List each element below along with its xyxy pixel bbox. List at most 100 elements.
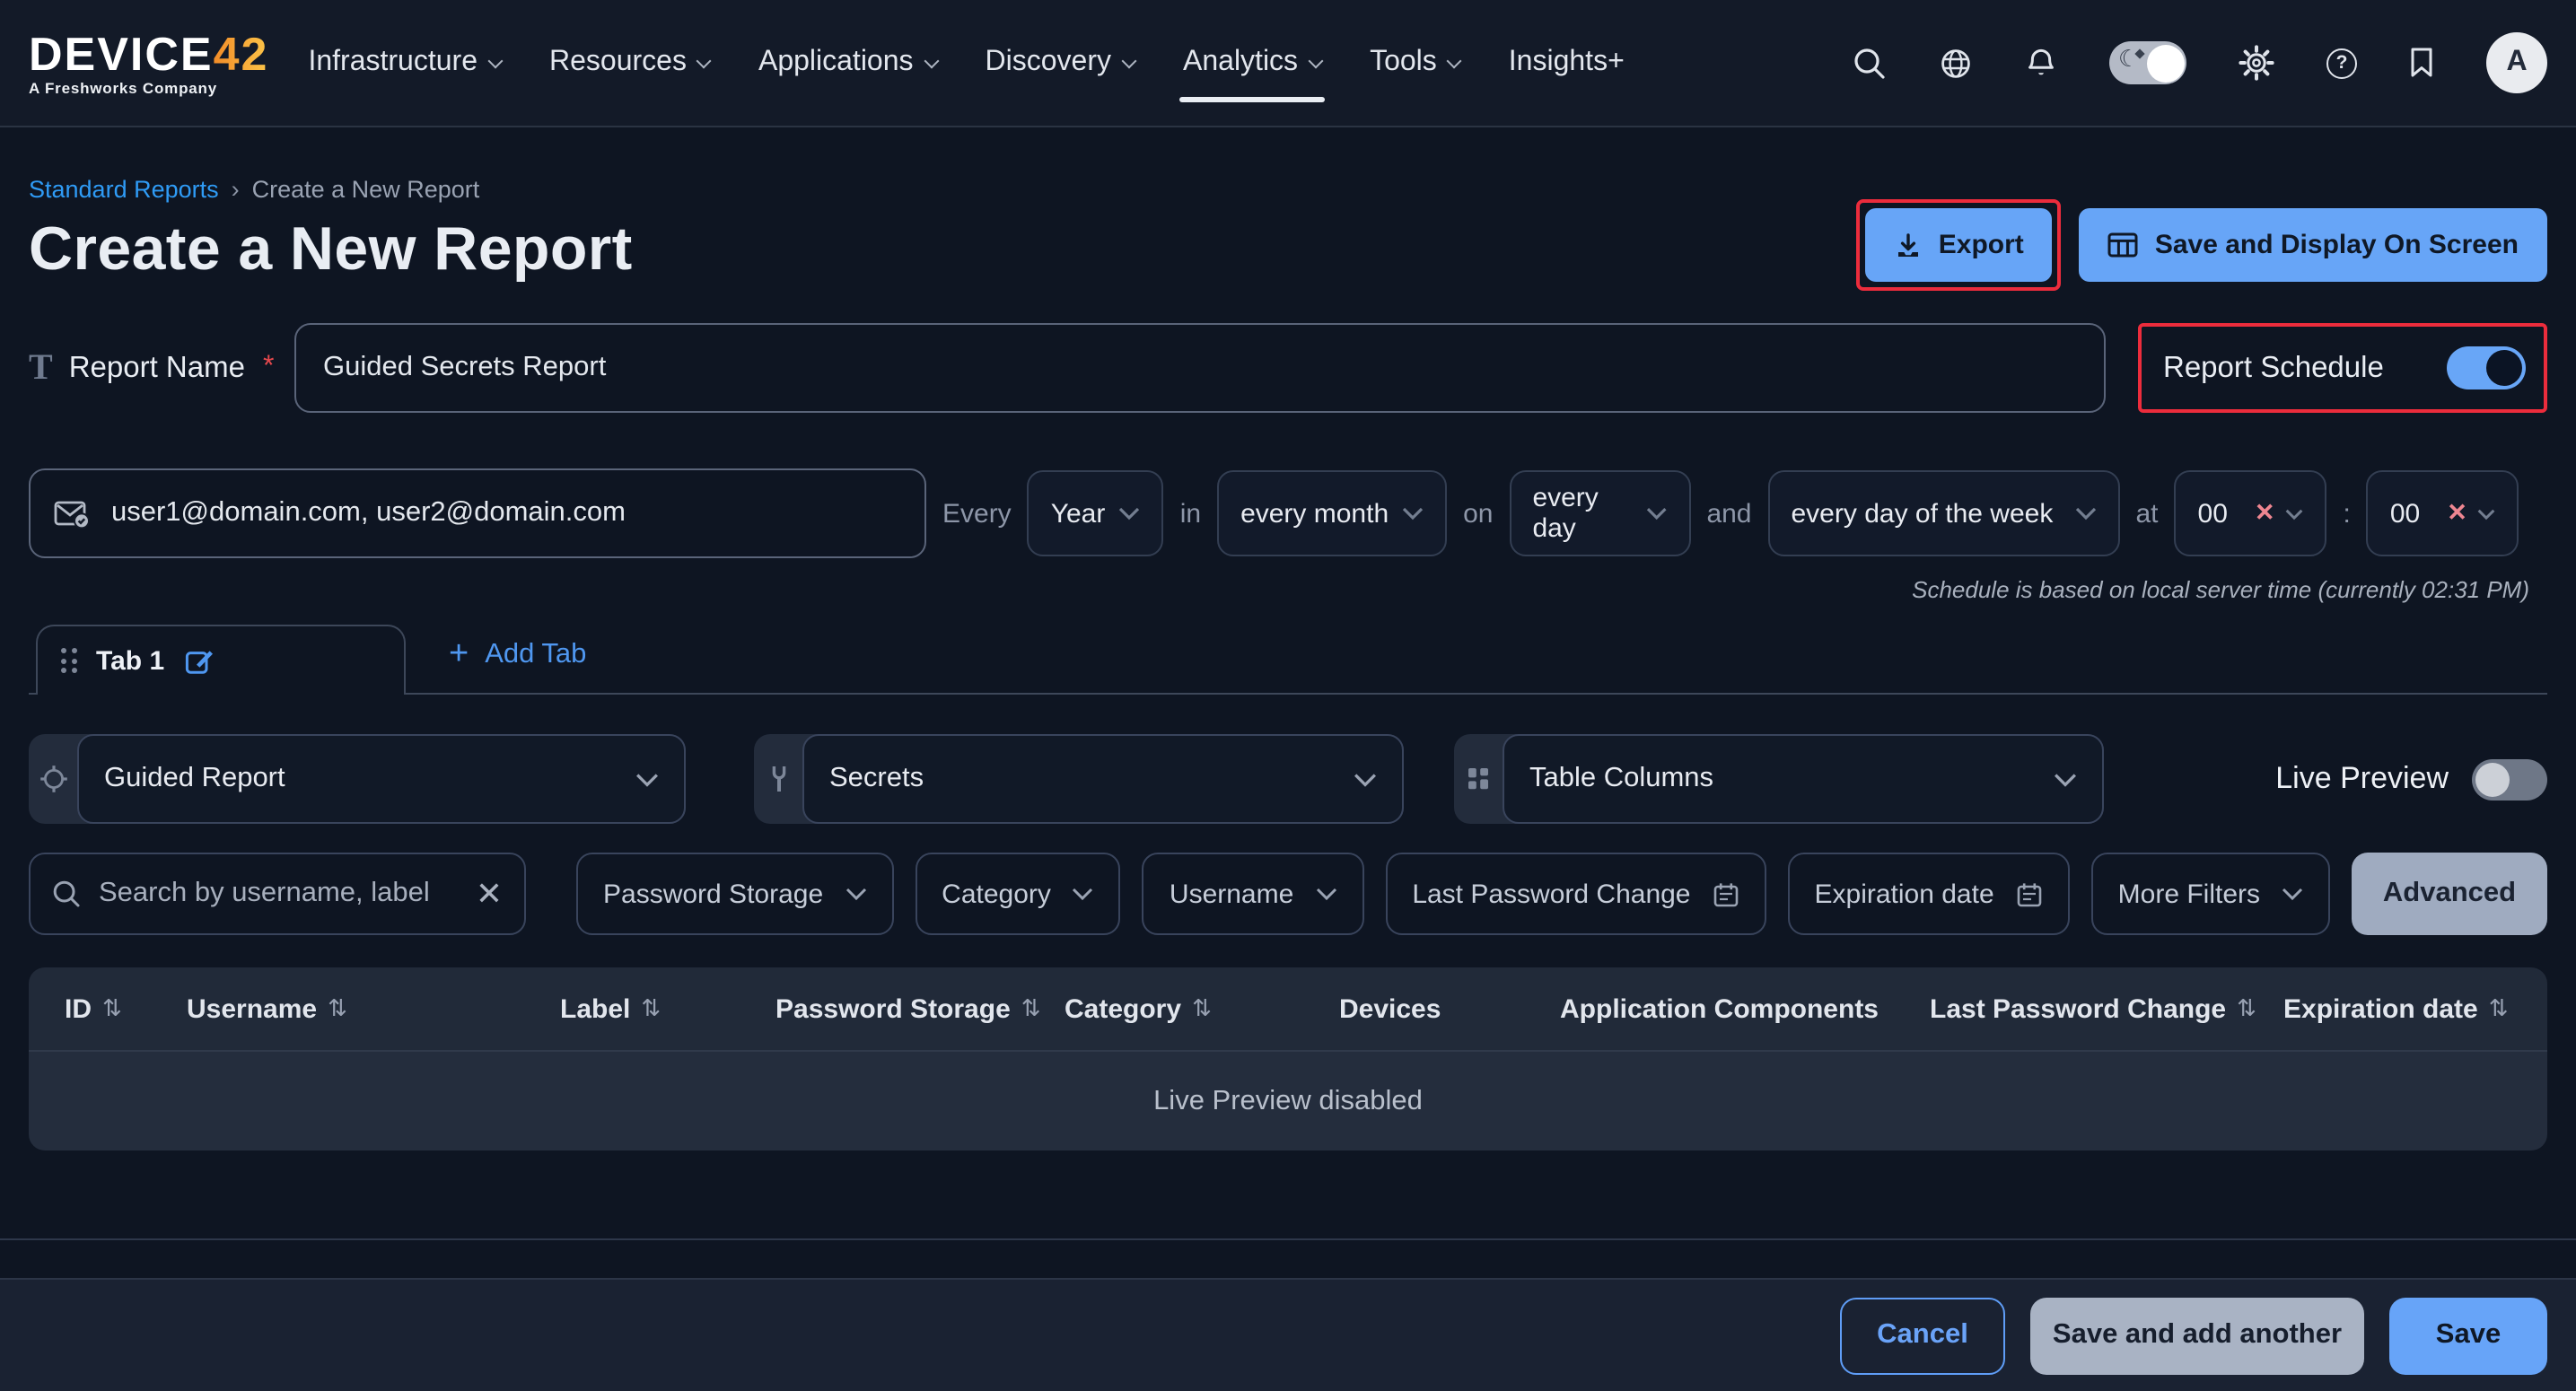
- search-box: ✕: [29, 853, 526, 935]
- table-empty-state: Live Preview disabled: [29, 1052, 2547, 1150]
- day-select[interactable]: every day: [1509, 470, 1690, 556]
- time-colon: :: [2344, 498, 2351, 529]
- chevron-down-icon: [488, 53, 504, 68]
- tab-1[interactable]: Tab 1: [36, 625, 406, 695]
- chevron-down-icon: [1309, 53, 1324, 68]
- report-subject-select[interactable]: Secrets: [802, 734, 1404, 824]
- report-name-input[interactable]: [323, 352, 2077, 384]
- main-content: Standard Reports › Create a New Report C…: [0, 127, 2576, 1150]
- add-tab-button[interactable]: + Add Tab: [449, 637, 586, 671]
- nav-item-infrastructure[interactable]: Infrastructure: [308, 0, 501, 126]
- live-preview-group: Live Preview: [2275, 758, 2547, 800]
- column-header-id: ID⇅: [65, 993, 187, 1024]
- period-select[interactable]: Year: [1028, 470, 1164, 556]
- save-and-add-another-button[interactable]: Save and add another: [2030, 1297, 2364, 1374]
- nav-item-tools[interactable]: Tools: [1370, 0, 1460, 126]
- month-select[interactable]: every month: [1217, 470, 1447, 556]
- tab-baseline: [29, 693, 2547, 695]
- recipients-input[interactable]: [111, 497, 901, 529]
- live-preview-toggle[interactable]: [2472, 758, 2547, 800]
- tab-bar: Tab 1 + Add Tab: [29, 625, 2547, 695]
- sort-icon[interactable]: ⇅: [641, 994, 661, 1023]
- chevron-down-icon: [924, 53, 939, 68]
- calendar-icon: [2016, 880, 2043, 907]
- table-header-row: ID⇅ Username⇅ Label⇅ Password Storage⇅ C…: [29, 967, 2547, 1052]
- save-and-display-button[interactable]: Save and Display On Screen: [2080, 208, 2547, 282]
- nav-item-discovery[interactable]: Discovery: [986, 0, 1135, 126]
- sort-icon[interactable]: ⇅: [102, 994, 122, 1023]
- clear-hour-icon[interactable]: ✕: [2255, 499, 2275, 528]
- breadcrumb-standard-reports[interactable]: Standard Reports: [29, 176, 219, 203]
- nav-item-resources[interactable]: Resources: [549, 0, 710, 126]
- and-word: and: [1706, 498, 1751, 529]
- bookmark-icon[interactable]: [2409, 47, 2434, 79]
- download-icon: [1894, 231, 1923, 259]
- table-grid-icon: [2108, 232, 2139, 258]
- clear-minute-icon[interactable]: ✕: [2447, 499, 2467, 528]
- toggle-knob: [2475, 762, 2510, 796]
- notifications-bell-icon[interactable]: [2025, 46, 2057, 80]
- nav-item-analytics[interactable]: Analytics: [1183, 0, 1321, 126]
- schedule-row: Every Year in every month on every day a…: [29, 468, 2547, 558]
- nav-item-applications[interactable]: Applications: [758, 0, 937, 126]
- report-name-label-group: T Report Name *: [29, 347, 294, 389]
- filter-more-filters[interactable]: More Filters: [2091, 853, 2330, 935]
- chevron-down-icon: [697, 53, 712, 68]
- sort-icon[interactable]: ⇅: [1021, 994, 1041, 1023]
- breadcrumb-separator: ›: [232, 176, 240, 203]
- required-asterisk: *: [263, 352, 274, 384]
- device42-logo[interactable]: DEVICE42 A Freshworks Company: [29, 31, 268, 96]
- drag-handle-icon[interactable]: [61, 648, 76, 673]
- dark-mode-toggle[interactable]: ☾: [2109, 41, 2186, 84]
- logo-tagline: A Freshworks Company: [29, 81, 268, 96]
- recipients-input-wrap: [29, 468, 926, 558]
- filter-password-storage[interactable]: Password Storage: [576, 853, 893, 935]
- hour-select[interactable]: 00 ✕: [2175, 470, 2327, 556]
- filter-expiration-date[interactable]: Expiration date: [1788, 853, 2070, 935]
- advanced-button[interactable]: Advanced: [2352, 853, 2547, 935]
- calendar-icon: [1713, 880, 1739, 907]
- clear-search-icon[interactable]: ✕: [476, 878, 503, 910]
- report-subject-combo: Secrets: [754, 734, 1404, 824]
- empty-message: Live Preview disabled: [1153, 1085, 1423, 1117]
- results-table: ID⇅ Username⇅ Label⇅ Password Storage⇅ C…: [29, 967, 2547, 1150]
- report-type-combo: Guided Report: [29, 734, 686, 824]
- plus-icon: +: [449, 637, 469, 671]
- column-header-application-components: Application Components: [1560, 993, 1930, 1024]
- filter-username[interactable]: Username: [1143, 853, 1363, 935]
- report-name-input-wrap: [294, 323, 2106, 413]
- breadcrumb: Standard Reports › Create a New Report: [29, 127, 2547, 203]
- settings-gear-icon[interactable]: [2239, 45, 2274, 81]
- live-preview-label: Live Preview: [2275, 761, 2449, 797]
- column-header-last-password-change: Last Password Change⇅: [1930, 993, 2283, 1024]
- column-header-expiration-date: Expiration date⇅: [2283, 993, 2547, 1024]
- chevron-down-icon: [1447, 53, 1462, 68]
- sort-icon[interactable]: ⇅: [1192, 994, 1212, 1023]
- report-schedule-toggle[interactable]: [2447, 346, 2526, 389]
- user-avatar[interactable]: A: [2486, 32, 2547, 93]
- sort-icon[interactable]: ⇅: [2237, 994, 2256, 1023]
- filter-last-password-change[interactable]: Last Password Change: [1385, 853, 1766, 935]
- minute-select[interactable]: 00 ✕: [2367, 470, 2519, 556]
- server-time-note: Schedule is based on local server time (…: [29, 576, 2547, 603]
- export-button[interactable]: Export: [1865, 208, 2053, 282]
- globe-icon[interactable]: [1939, 46, 1973, 80]
- cancel-button[interactable]: Cancel: [1840, 1297, 2005, 1374]
- filter-category[interactable]: Category: [915, 853, 1121, 935]
- search-input[interactable]: [99, 878, 458, 910]
- sort-icon[interactable]: ⇅: [328, 994, 347, 1023]
- report-schedule-label: Report Schedule: [2163, 351, 2384, 385]
- text-field-icon: T: [29, 347, 53, 389]
- search-icon[interactable]: [1853, 46, 1887, 80]
- save-button[interactable]: Save: [2389, 1297, 2547, 1374]
- nav-item-insights[interactable]: Insights+: [1509, 0, 1625, 126]
- help-icon[interactable]: ?: [2326, 48, 2357, 78]
- report-name-row: T Report Name * Report Schedule: [29, 323, 2547, 413]
- table-columns-select[interactable]: Table Columns: [1503, 734, 2104, 824]
- column-header-password-storage: Password Storage⇅: [775, 993, 1065, 1024]
- columns-grid-icon: [1454, 734, 1503, 824]
- weekday-select[interactable]: every day of the week: [1768, 470, 2120, 556]
- sort-icon[interactable]: ⇅: [2489, 994, 2509, 1023]
- report-type-select[interactable]: Guided Report: [77, 734, 686, 824]
- edit-tab-icon[interactable]: [184, 646, 215, 675]
